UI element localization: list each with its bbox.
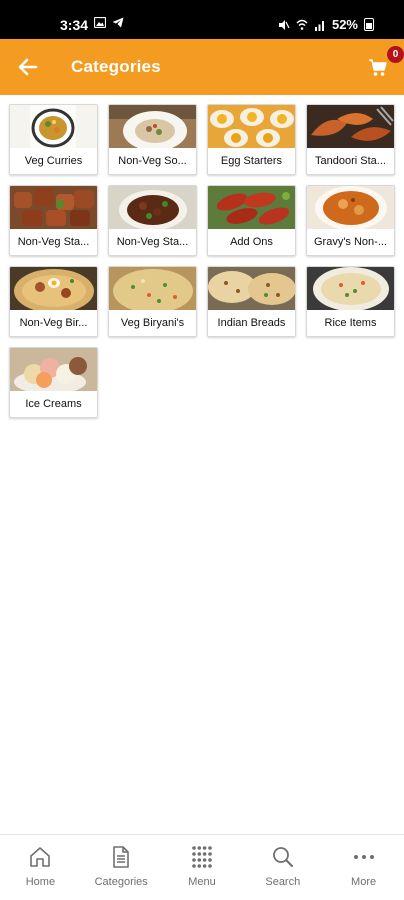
status-notification-icons	[94, 17, 124, 28]
category-card-indian-breads[interactable]: Indian Breads	[207, 266, 296, 337]
bottom-navigation: Home Categories Menu Search More	[0, 834, 404, 900]
category-card-non-veg-starters-2[interactable]: Non-Veg Sta...	[108, 185, 197, 256]
cart-icon	[369, 59, 387, 76]
category-card-non-veg-starters-1[interactable]: Non-Veg Sta...	[9, 185, 98, 256]
search-icon	[271, 845, 295, 869]
nav-item-more[interactable]: More	[323, 835, 404, 900]
category-card-veg-curries[interactable]: Veg Curries	[9, 104, 98, 175]
category-label: Gravy's Non-...	[313, 236, 387, 248]
category-label: Veg Curries	[24, 155, 83, 167]
nav-item-categories[interactable]: Categories	[81, 835, 162, 900]
category-image	[307, 267, 394, 310]
nav-label: Categories	[94, 876, 148, 888]
category-label: Veg Biryani's	[120, 317, 185, 329]
nav-label: More	[351, 876, 377, 888]
gallery-icon	[94, 17, 106, 28]
category-image	[10, 186, 97, 229]
category-image	[208, 105, 295, 148]
category-label: Egg Starters	[220, 155, 283, 167]
telegram-icon	[112, 17, 124, 28]
category-card-veg-biryanis[interactable]: Veg Biryani's	[108, 266, 197, 337]
nav-label: Home	[25, 876, 56, 888]
mute-icon	[278, 19, 290, 30]
category-image	[109, 267, 196, 310]
category-label: Non-Veg So...	[118, 155, 187, 167]
category-card-gravys-non-veg[interactable]: Gravy's Non-...	[306, 185, 395, 256]
more-dots-icon	[352, 845, 376, 869]
category-image	[109, 186, 196, 229]
status-system-icons: 52%	[278, 17, 374, 32]
category-label: Ice Creams	[25, 398, 82, 410]
category-label: Indian Breads	[217, 317, 286, 329]
category-card-non-veg-soups[interactable]: Non-Veg So...	[108, 104, 197, 175]
category-grid: Veg Curries Non-Veg So... Egg Starters T…	[9, 104, 397, 418]
category-image	[10, 267, 97, 310]
nav-item-menu[interactable]: Menu	[162, 835, 243, 900]
nav-label: Menu	[188, 876, 216, 888]
grid-dots-icon	[190, 845, 214, 869]
cart-count-badge: 0	[387, 46, 404, 63]
category-label: Add Ons	[230, 236, 273, 248]
status-time: 3:34	[60, 17, 89, 33]
category-card-non-veg-biryani[interactable]: Non-Veg Bir...	[9, 266, 98, 337]
home-icon	[28, 845, 52, 869]
category-image	[208, 186, 295, 229]
arrow-left-icon	[18, 58, 38, 76]
category-label: Tandoori Sta...	[315, 155, 386, 167]
wifi-icon	[296, 19, 308, 30]
category-label: Non-Veg Bir...	[19, 317, 88, 329]
category-label: Non-Veg Sta...	[17, 236, 90, 248]
nav-label: Search	[265, 876, 301, 888]
signal-icon	[314, 20, 324, 31]
category-image	[109, 105, 196, 148]
battery-icon	[364, 18, 374, 31]
page-title: Categories	[71, 57, 161, 76]
category-label: Rice Items	[324, 317, 377, 329]
category-card-tandoori-starters[interactable]: Tandoori Sta...	[306, 104, 395, 175]
battery-percent: 52%	[331, 17, 358, 32]
nav-item-search[interactable]: Search	[242, 835, 323, 900]
category-image	[307, 105, 394, 148]
category-card-egg-starters[interactable]: Egg Starters	[207, 104, 296, 175]
category-card-ice-creams[interactable]: Ice Creams	[9, 347, 98, 418]
category-label: Non-Veg Sta...	[116, 236, 189, 248]
category-image	[208, 267, 295, 310]
category-image	[10, 105, 97, 148]
category-card-add-ons[interactable]: Add Ons	[207, 185, 296, 256]
nav-item-home[interactable]: Home	[0, 835, 81, 900]
app-header: Categories 0	[0, 39, 404, 95]
app-screen: 3:34 52% Categories 0 Veg Curries Non-Ve…	[0, 0, 404, 900]
category-image	[10, 348, 97, 391]
status-bar: 3:34 52%	[0, 0, 404, 39]
category-image	[307, 186, 394, 229]
back-button[interactable]	[14, 53, 42, 81]
document-icon	[109, 845, 133, 869]
category-card-rice-items[interactable]: Rice Items	[306, 266, 395, 337]
